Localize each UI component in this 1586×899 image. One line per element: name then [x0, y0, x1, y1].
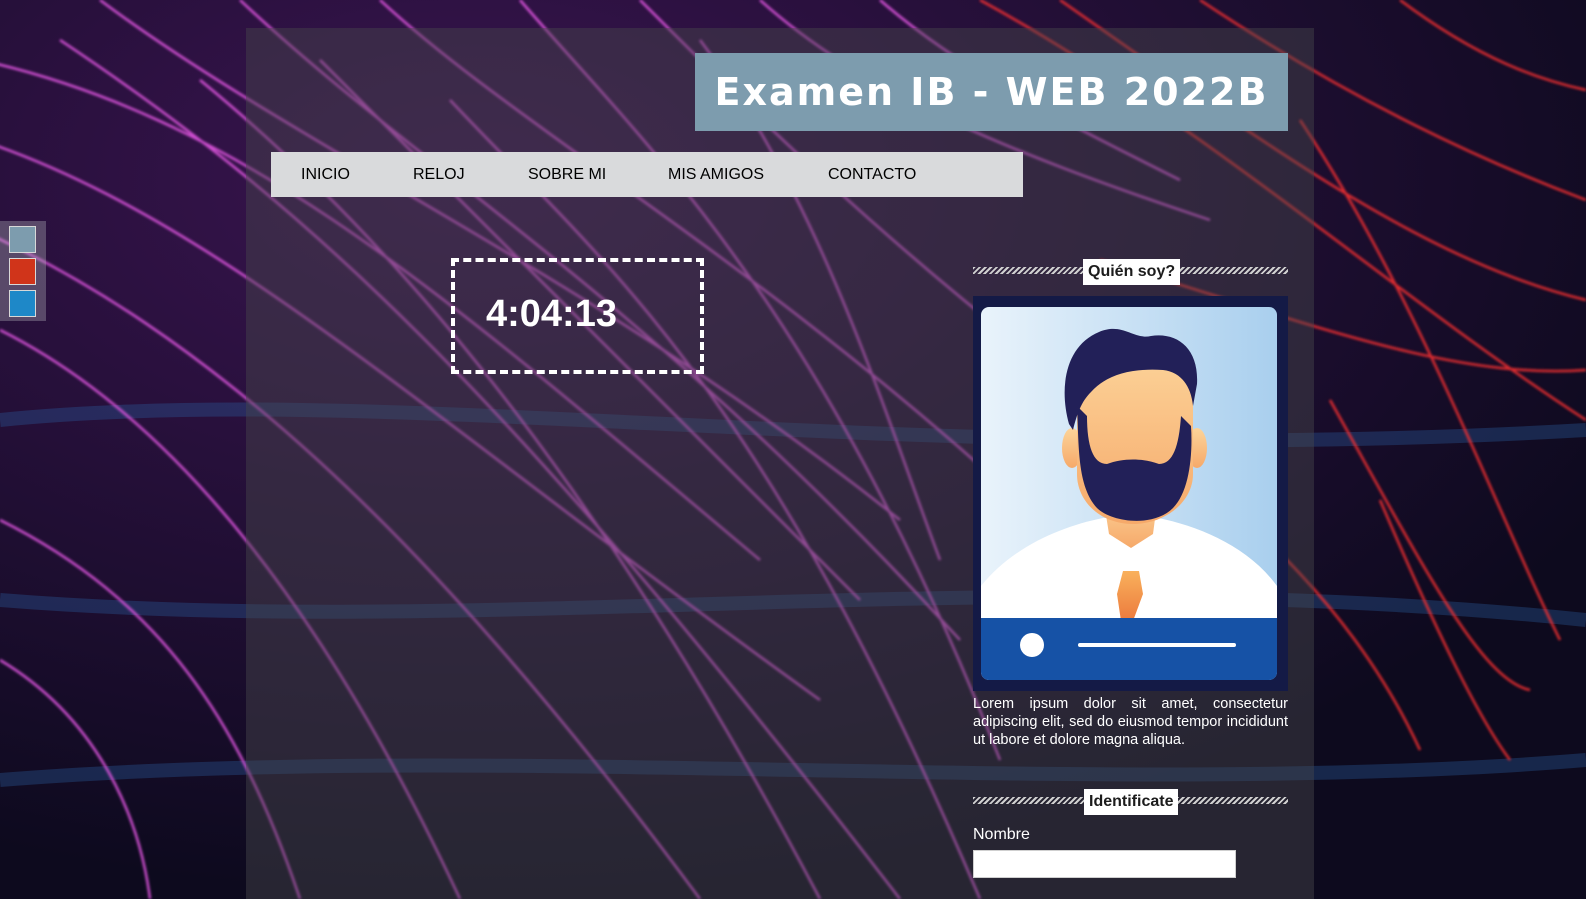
- identify-heading: Identificate: [973, 789, 1288, 815]
- nav-item-inicio[interactable]: INICIO: [301, 152, 350, 197]
- page-title: Examen IB - WEB 2022B: [714, 70, 1269, 114]
- nav-item-contacto[interactable]: CONTACTO: [828, 152, 916, 197]
- clock-time: 4:04:13: [486, 293, 617, 335]
- about-heading-label: Quién soy?: [1083, 259, 1181, 285]
- nav-item-sobre-mi[interactable]: SOBRE MI: [528, 152, 606, 197]
- man-profile-card-icon: [981, 307, 1277, 680]
- theme-swatch-gray[interactable]: [9, 226, 36, 253]
- header-banner: Examen IB - WEB 2022B: [695, 53, 1288, 131]
- name-field-label: Nombre: [973, 826, 1030, 843]
- nav-item-mis-amigos[interactable]: MIS AMIGOS: [668, 152, 764, 197]
- theme-swatch-red[interactable]: [9, 258, 36, 285]
- about-heading: Quién soy?: [973, 259, 1288, 285]
- theme-swatch-blue[interactable]: [9, 290, 36, 317]
- bio-text: Lorem ipsum dolor sit amet, consectetur …: [973, 696, 1288, 748]
- clock-widget: 4:04:13: [451, 258, 704, 374]
- nav-item-reloj[interactable]: RELOJ: [413, 152, 465, 197]
- main-nav: INICIO RELOJ SOBRE MI MIS AMIGOS CONTACT…: [271, 152, 1023, 197]
- identify-heading-label: Identificate: [1084, 789, 1179, 815]
- avatar-card: [973, 296, 1288, 691]
- theme-switcher: [0, 221, 46, 321]
- name-field[interactable]: [973, 850, 1236, 878]
